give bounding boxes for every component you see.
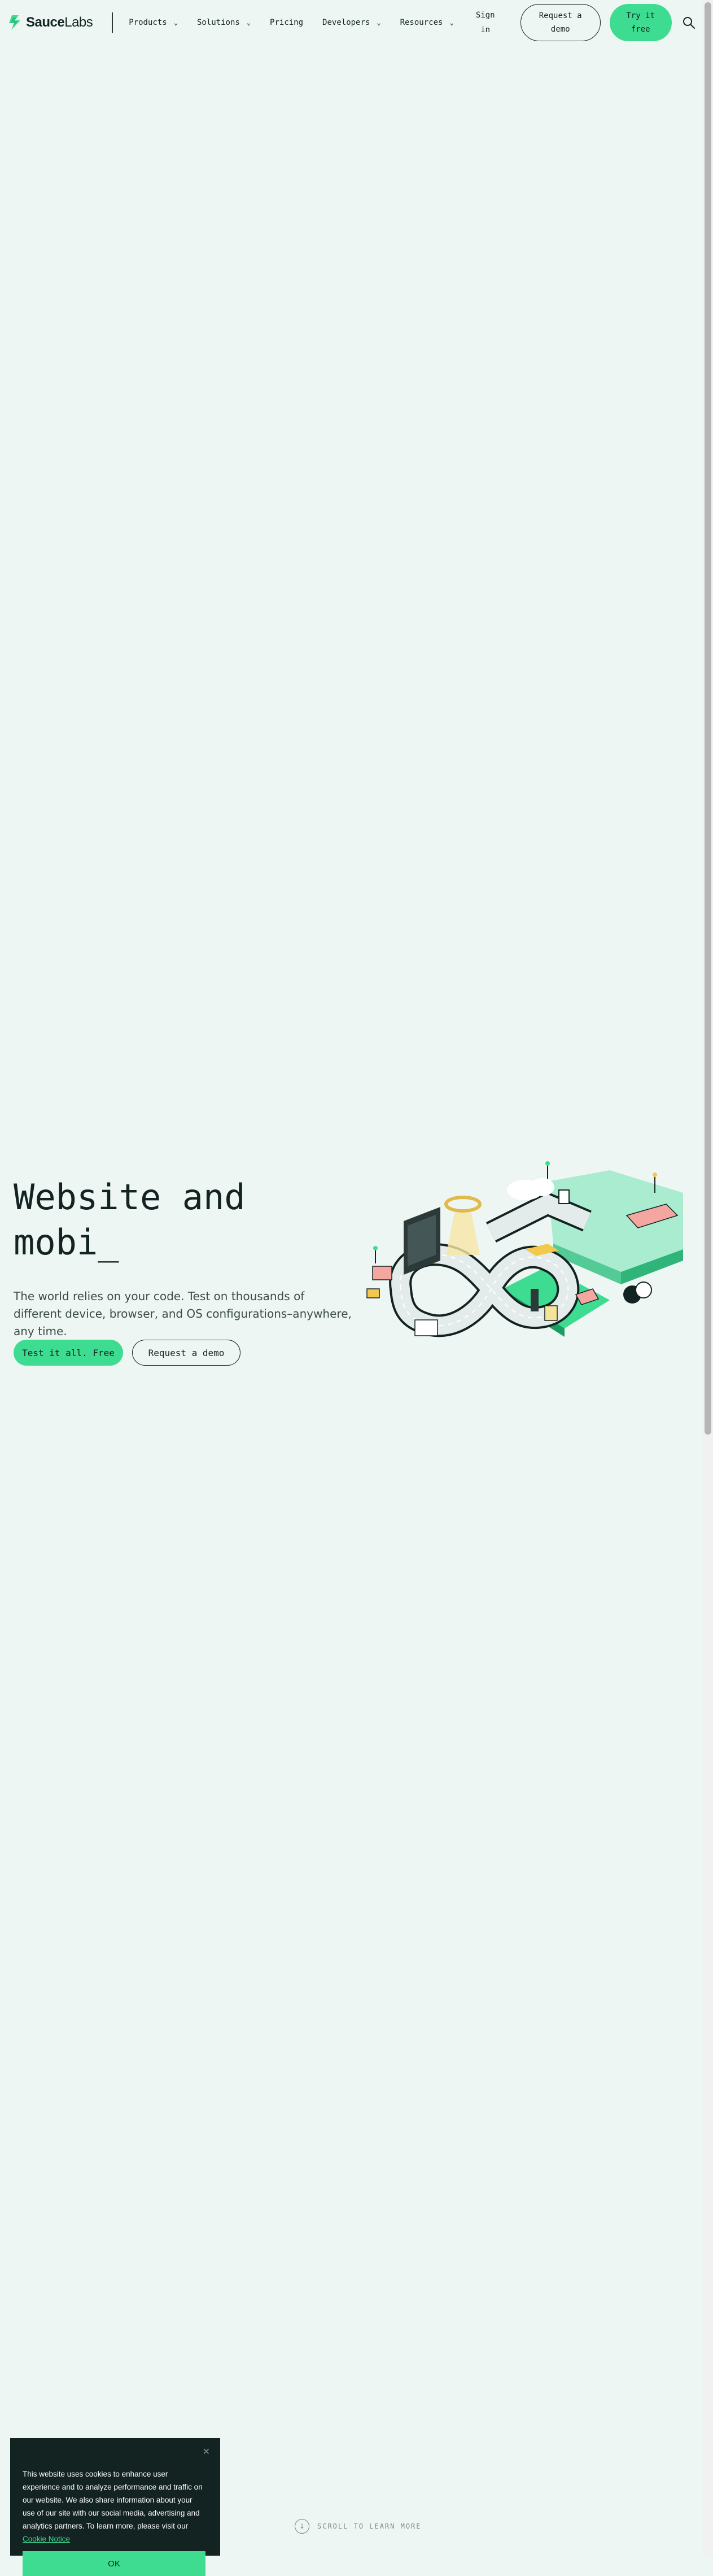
sign-in-link[interactable]: Sign in — [471, 8, 500, 37]
try-free-button[interactable]: Try it free — [609, 4, 672, 41]
hero-buttons: Test it all. Free Request a demo — [14, 1340, 240, 1366]
cookie-banner: ✕ This website uses cookies to enhance u… — [10, 2438, 220, 2576]
saucelabs-logo[interactable]: SauceLabs — [7, 14, 93, 31]
scroll-hint-label: SCROLL TO LEARN MORE — [317, 2522, 422, 2530]
page-scrollbar[interactable] — [703, 0, 713, 2556]
chevron-down-icon: ⌄ — [246, 19, 251, 27]
cookie-text: This website uses cookies to enhance use… — [23, 2468, 207, 2546]
arrow-down-icon: ↓ — [295, 2519, 309, 2534]
cookie-ok-button[interactable]: OK — [23, 2551, 205, 2576]
request-demo-label-line1: Request a — [539, 11, 582, 20]
hero-title-line2: mobi_ — [14, 1222, 119, 1263]
hero-title: Website and mobi_ — [14, 1175, 246, 1265]
request-demo-button[interactable]: Request a demo — [520, 4, 601, 41]
try-free-label-line2: free — [631, 25, 650, 34]
chevron-down-icon: ⌄ — [377, 19, 381, 27]
chevron-down-icon: ⌄ — [173, 19, 178, 27]
test-free-button[interactable]: Test it all. Free — [14, 1340, 123, 1366]
try-free-label-line1: Try it — [626, 11, 655, 20]
hero-subtitle: The world relies on your code. Test on t… — [14, 1289, 352, 1338]
search-icon[interactable] — [682, 16, 695, 29]
nav-item-label: Products — [129, 18, 167, 27]
nav-item-pricing[interactable]: Pricing — [270, 18, 303, 27]
logo-wordmark: SauceLabs — [26, 15, 93, 30]
scrollbar-thumb[interactable] — [705, 2, 711, 1435]
nav-item-resources[interactable]: Resources ⌄ — [400, 18, 454, 27]
nav-item-label: Solutions — [196, 18, 240, 27]
request-demo-label-line2: demo — [550, 25, 570, 34]
saucelabs-logo-icon — [9, 15, 20, 30]
site-header: SauceLabs Products ⌄ Solutions ⌄ Pricing… — [0, 0, 703, 45]
hero-illustration — [366, 1161, 683, 1337]
cookie-message: This website uses cookies to enhance use… — [23, 2470, 203, 2530]
nav-item-label: Pricing — [270, 18, 304, 27]
hero-request-demo-button[interactable]: Request a demo — [132, 1340, 240, 1366]
sign-in-label-line2: in — [480, 25, 491, 34]
nav-item-label: Resources — [400, 18, 443, 27]
nav-item-label: Developers — [322, 18, 370, 27]
main-nav: Products ⌄ Solutions ⌄ Pricing Developer… — [129, 18, 473, 27]
close-icon[interactable]: ✕ — [203, 2446, 210, 2457]
scroll-hint[interactable]: ↓ SCROLL TO LEARN MORE — [295, 2519, 422, 2534]
cookie-notice-link[interactable]: Cookie Notice — [23, 2535, 70, 2543]
sign-in-label-line1: Sign — [475, 11, 495, 20]
nav-item-developers[interactable]: Developers ⌄ — [322, 18, 381, 27]
chevron-down-icon: ⌄ — [449, 19, 454, 27]
nav-item-products[interactable]: Products ⌄ — [129, 18, 178, 27]
nav-item-solutions[interactable]: Solutions ⌄ — [197, 18, 251, 27]
hero-title-line1: Website and — [14, 1176, 246, 1218]
header-divider — [112, 12, 113, 33]
